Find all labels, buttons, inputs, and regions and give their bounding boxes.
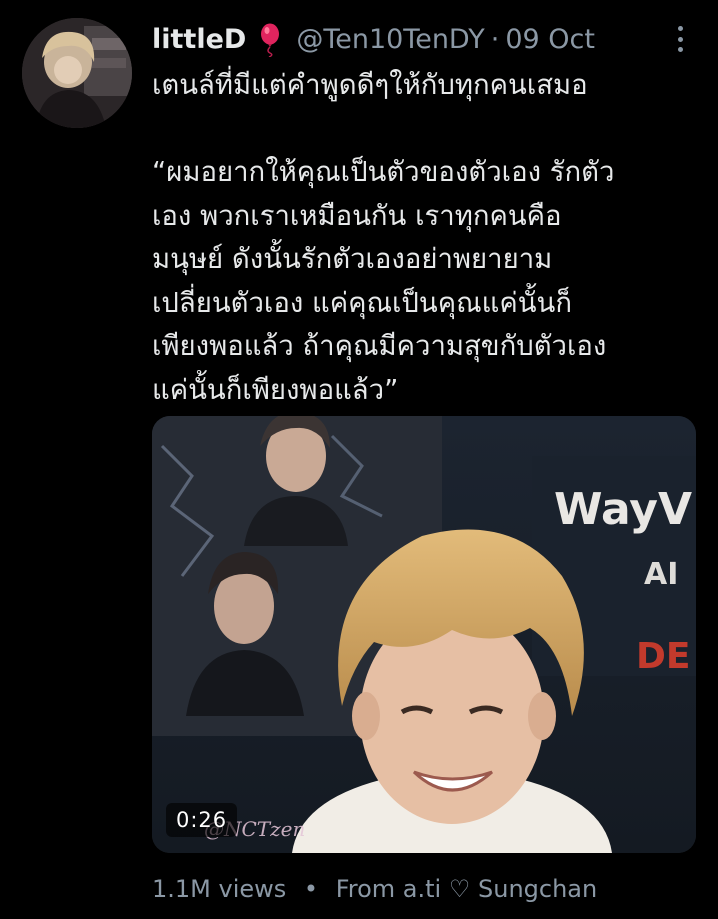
view-count: 1.1M views (152, 875, 287, 903)
quote-line: เอง พวกเราเหมือนกัน เราทุกคนคือ (152, 199, 562, 232)
balloon-icon (258, 23, 282, 58)
quote-line: มนุษย์ ดังนั้นรักตัวเองอย่าพยายาม (152, 243, 553, 275)
tweet-text: เตนล์ที่มีแต่คำพูดดีๆให้กับทุกคนเสมอ “ผม… (152, 64, 700, 412)
sign-sub-text-2: DE (636, 636, 690, 677)
more-options-button[interactable] (668, 24, 692, 54)
tweet-footer: 1.1M views • From a.ti ♡ Sungchan (152, 869, 597, 909)
quote-line: แค่นั้นก็เพียงพอแล้ว” (152, 373, 399, 406)
avatar-image (22, 18, 132, 128)
header-separator: · (490, 24, 500, 55)
sign-sub-text: AI (644, 557, 678, 592)
author-handle[interactable]: @Ten10TenDY (296, 20, 484, 60)
video-duration-badge: 0:26 (166, 803, 238, 837)
author-display-name[interactable]: littleD (152, 20, 246, 60)
tweet-header: littleD @Ten10TenDY · 09 Oct (152, 20, 595, 60)
tweet: littleD @Ten10TenDY · 09 Oct เตนล์ที่มีแ… (0, 0, 718, 919)
sign-text: WayV (554, 484, 692, 535)
footer-separator: • (303, 875, 319, 903)
more-vertical-icon (677, 26, 683, 31)
quote-line: “ผมอยากให้คุณเป็นตัวของตัวเอง รักตัว (152, 156, 615, 188)
quote-line: เปลี่ยนตัวเอง แค่คุณเป็นคุณแค่นั้นก็ (152, 286, 572, 319)
video-thumbnail: WayV AI DE @NCTzen (152, 416, 696, 853)
tweet-text-line: เตนล์ที่มีแต่คำพูดดีๆให้กับทุกคนเสมอ (152, 69, 588, 101)
video-player[interactable]: WayV AI DE @NCTzen 0:26 (152, 416, 696, 853)
media-source-link[interactable]: From a.ti ♡ Sungchan (336, 875, 598, 903)
avatar[interactable] (22, 18, 132, 128)
quote-line: เพียงพอแล้ว ถ้าคุณมีความสุขกับตัวเอง (152, 330, 607, 362)
tweet-date[interactable]: 09 Oct (505, 20, 595, 60)
